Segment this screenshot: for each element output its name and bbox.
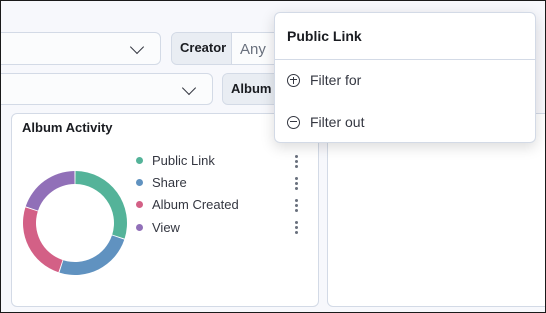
legend-dot: [136, 200, 143, 208]
creator-filter-label: Creator: [172, 33, 232, 64]
legend-dot: [136, 178, 143, 186]
donut-slice-view[interactable]: [25, 171, 75, 211]
legend-action-popover: Public Link Filter for Filter out: [274, 12, 536, 143]
donut-slice-public-link[interactable]: [75, 171, 127, 239]
popover-title: Public Link: [287, 28, 362, 44]
legend-item-view[interactable]: View: [136, 218, 180, 236]
legend-label: Share: [152, 174, 187, 190]
filter-out-button[interactable]: Filter out: [287, 111, 364, 133]
legend-actions-icon[interactable]: [295, 154, 299, 170]
donut-chart: [22, 171, 127, 275]
filter-for-button[interactable]: Filter for: [287, 69, 361, 91]
legend-actions-icon[interactable]: [295, 176, 299, 192]
legend-label: Public Link: [152, 152, 215, 168]
panel-title: Album Activity: [22, 120, 113, 135]
dashboard-viewport: Creator Any Album Album Activity Public …: [0, 0, 546, 313]
legend-actions-icon[interactable]: [295, 220, 299, 236]
creator-filter[interactable]: Creator Any: [171, 32, 281, 65]
minus-circle-icon: [287, 115, 300, 129]
filter-for-label: Filter for: [310, 72, 362, 88]
creator-filter-value: Any: [240, 41, 266, 58]
popover-divider: [275, 59, 535, 60]
plus-circle-icon: [287, 73, 300, 87]
legend-dot: [136, 223, 143, 231]
filter-select-2[interactable]: [1, 73, 213, 105]
donut-slice-album-created[interactable]: [22, 207, 63, 273]
legend-item-album-created[interactable]: Album Created: [136, 195, 239, 213]
filter-out-label: Filter out: [310, 114, 365, 130]
legend-item-public-link[interactable]: Public Link: [136, 151, 215, 169]
legend-item-share[interactable]: Share: [136, 173, 187, 191]
legend-label: Album Created: [152, 196, 239, 212]
chevron-down-icon: [181, 80, 197, 96]
filter-select-1[interactable]: [1, 32, 161, 65]
legend-label: View: [152, 219, 180, 235]
legend-dot: [136, 156, 143, 164]
donut-slice-share[interactable]: [59, 235, 125, 275]
chevron-down-icon: [129, 39, 145, 55]
legend-actions-icon[interactable]: [295, 198, 299, 214]
album-activity-panel: Album Activity Public Link Share Album C…: [11, 113, 319, 307]
